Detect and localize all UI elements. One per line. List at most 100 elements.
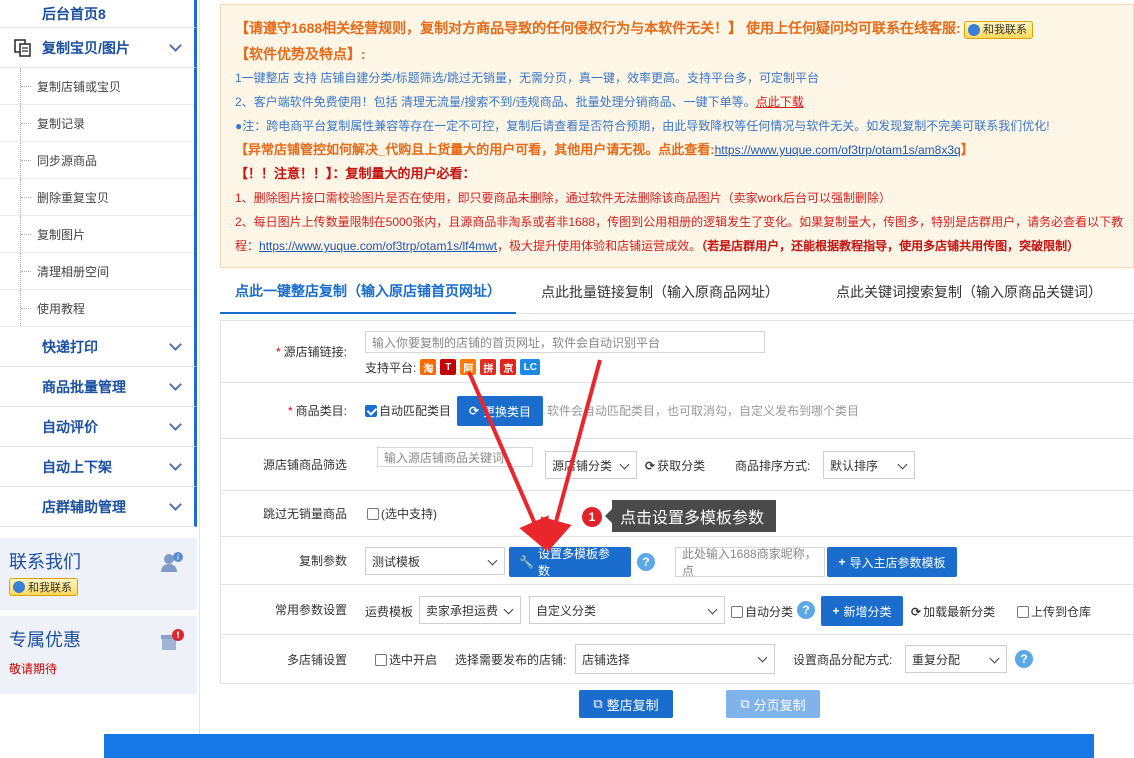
auto-category-checkbox[interactable]: 自动分类 bbox=[731, 603, 793, 620]
skip-no-sales-checkbox[interactable]: (选中支持) bbox=[367, 505, 437, 522]
sidebar-item-home[interactable]: 后台首页8 bbox=[0, 0, 197, 28]
promo-sub: 敬请期待 bbox=[9, 662, 58, 676]
multi-shop-label: 多店铺设置 bbox=[286, 652, 347, 667]
distribution-select[interactable]: 重复分配 bbox=[905, 645, 1007, 673]
tab-link-copy[interactable]: 点此批量链接复制（输入原商品网址） bbox=[516, 270, 804, 314]
notice-line-1: 【请遵守1688相关经营规则，复制对方商品导致的任何侵权行为与本软件无关！】 使… bbox=[235, 15, 1119, 42]
distribution-value: 重复分配 bbox=[912, 652, 961, 667]
notice-note: ●注：跨电商平台复制属性兼容等存在一定不可控，复制后请查看是否符合预期，由此导致… bbox=[235, 119, 1050, 133]
notice-attention-2: 2、每日图片上传数量限制在5000张内，且源商品非淘系或者非1688，传图到公用… bbox=[235, 215, 1124, 229]
multi-shop-enable-checkbox[interactable]: 选中开启 bbox=[375, 651, 437, 668]
sidebar-group-express[interactable]: 快递打印 bbox=[0, 327, 197, 367]
shop-copy-button[interactable]: ⧉ 整店复制 bbox=[579, 690, 673, 718]
sidebar-group-batch[interactable]: 商品批量管理 bbox=[0, 367, 197, 407]
page-copy-button[interactable]: ⧉ 分页复制 bbox=[726, 690, 820, 718]
custom-category-select[interactable]: 自定义分类 bbox=[529, 596, 725, 624]
chevron-down-icon bbox=[169, 458, 182, 471]
custom-category-value: 自定义分类 bbox=[536, 603, 597, 618]
notice-shop-group-tip: （若是店群用户，还能根据教程指导，使用多店铺共用传图，突破限制） bbox=[701, 239, 1080, 253]
shop-link-input[interactable]: 输入你要复制的店铺的首页网址，软件会自动识别平台 bbox=[365, 331, 765, 353]
chevron-down-icon bbox=[169, 338, 182, 351]
notice-qq-button[interactable]: 和我联系 bbox=[964, 20, 1034, 39]
sidebar-item-copy-shop[interactable]: 复制店铺或宝贝 bbox=[0, 68, 194, 105]
shop-category-select[interactable]: 源店铺分类 bbox=[545, 451, 637, 479]
chevron-down-icon bbox=[169, 39, 182, 52]
tooltip: 点击设置多模板参数 bbox=[604, 500, 777, 532]
yuque-link-2[interactable]: https://www.yuque.com/of3trp/otam1s/lf4m… bbox=[259, 239, 497, 253]
checkbox-unchecked[interactable] bbox=[1017, 605, 1029, 618]
copy-icon bbox=[12, 37, 34, 59]
download-link[interactable]: 点此下载 bbox=[756, 95, 804, 109]
reload-category-link[interactable]: ⟳ 加载最新分类 bbox=[911, 603, 995, 620]
help-icon[interactable]: ? bbox=[637, 553, 655, 571]
sort-select[interactable]: 默认排序 bbox=[823, 451, 915, 479]
checkbox-unchecked[interactable] bbox=[375, 653, 387, 666]
required-mark: * bbox=[287, 403, 293, 418]
template-select[interactable]: 测试模板 bbox=[365, 547, 505, 575]
auto-match-checkbox[interactable]: 自动匹配类目 bbox=[365, 402, 451, 419]
row-copy-params: 复制参数 测试模板 🔧 设置多模板参数 ? 此处输入1688商家昵称，点 + 导入主… bbox=[221, 537, 1133, 585]
notice-feature-1: 1一键整店 支持 店铺自建分类/标题筛选/跳过无销量，无需分页，真一键，效率更高… bbox=[235, 71, 820, 85]
upload-warehouse-checkbox[interactable]: 上传到仓库 bbox=[1017, 603, 1091, 620]
tab-shop-copy[interactable]: 点此一键整店复制（输入原店铺首页网址） bbox=[220, 270, 516, 314]
sidebar-group-review[interactable]: 自动评价 bbox=[0, 407, 197, 447]
set-multi-template-label: 设置多模板参数 bbox=[537, 547, 610, 578]
category-hint: 软件会自动匹配类目，也可取消勾，自定义发布到哪个类目 bbox=[547, 404, 860, 418]
nick-input[interactable]: 此处输入1688商家昵称，点 bbox=[675, 547, 825, 578]
qq-icon bbox=[13, 581, 25, 593]
sidebar-item-copy-image[interactable]: 复制图片 bbox=[0, 216, 194, 253]
sidebar-group-label: 店群辅助管理 bbox=[42, 498, 126, 515]
template-value: 测试模板 bbox=[372, 554, 421, 569]
copy-params-label: 复制参数 bbox=[298, 554, 347, 568]
fetch-category-link[interactable]: ⟳ 获取分类 bbox=[645, 457, 705, 474]
common-params-label: 常用参数设置 bbox=[274, 603, 347, 617]
required-mark: * bbox=[275, 344, 281, 359]
notice-features-title: 【软件优势及特点】: bbox=[235, 46, 366, 62]
sidebar-item-tutorial[interactable]: 使用教程 bbox=[0, 290, 194, 327]
row-multi-shop: 多店铺设置 选中开启 选择需要发布的店铺: 店铺选择 设置商品分配方式: 重复分… bbox=[221, 635, 1133, 683]
sidebar-group-copy[interactable]: 复制宝贝/图片 bbox=[0, 28, 197, 68]
help-icon[interactable]: ? bbox=[797, 601, 815, 619]
upload-warehouse-label: 上传到仓库 bbox=[1031, 605, 1092, 619]
sidebar-item-delete-duplicate[interactable]: 删除重复宝贝 bbox=[0, 179, 194, 216]
copy-submenu: 复制店铺或宝贝 复制记录 同步源商品 删除重复宝贝 复制图片 清理相册空间 使用… bbox=[0, 68, 197, 327]
yuque-link-1[interactable]: https://www.yuque.com/of3trp/otam1s/am8x… bbox=[715, 143, 961, 157]
platforms-row: 支持平台: 淘 T 阿 拼 京 LC bbox=[365, 359, 544, 375]
sidebar-item-sync-source[interactable]: 同步源商品 bbox=[0, 142, 194, 179]
checkbox-unchecked[interactable] bbox=[367, 507, 379, 520]
sidebar-group-label: 复制宝贝/图片 bbox=[42, 39, 130, 56]
sidebar-group-shop-group[interactable]: 店群辅助管理 bbox=[0, 487, 197, 527]
freight-select[interactable]: 卖家承担运费 bbox=[419, 596, 521, 624]
shop-keyword-input[interactable]: 输入源店铺商品关键词 bbox=[377, 447, 533, 467]
sidebar-item-copy-record[interactable]: 复制记录 bbox=[0, 105, 194, 142]
notice-rules-text: 【请遵守1688相关经营规则，复制对方商品导致的任何侵权行为与本软件无关！】 使… bbox=[235, 20, 961, 36]
page-copy-label: 分页复制 bbox=[753, 697, 806, 713]
chevron-down-icon bbox=[169, 378, 182, 391]
svg-text:i: i bbox=[177, 553, 179, 562]
contact-qq-button[interactable]: 和我联系 bbox=[9, 578, 78, 596]
skip-no-sales-label: 跳过无销量商品 bbox=[262, 507, 347, 521]
shop-select[interactable]: 店铺选择 bbox=[575, 644, 775, 674]
notice-attention-2-prefix: 程： bbox=[235, 239, 260, 253]
change-category-label: 更换类目 bbox=[483, 404, 532, 419]
tab-keyword-copy[interactable]: 点此关键词搜索复制（输入原商品关键词） bbox=[804, 270, 1134, 314]
sidebar-item-clean-album[interactable]: 清理相册空间 bbox=[0, 253, 194, 290]
checkbox-checked[interactable] bbox=[365, 404, 377, 417]
import-template-button[interactable]: + 导入主店参数模板 bbox=[827, 547, 957, 577]
help-icon[interactable]: ? bbox=[1015, 650, 1033, 668]
shop-link-label: * 源店铺链接: bbox=[221, 321, 357, 382]
checkbox-unchecked[interactable] bbox=[731, 605, 743, 618]
filter-label: 源店铺商品筛选 bbox=[262, 458, 347, 472]
refresh-icon: ⟳ bbox=[645, 458, 656, 473]
sidebar-group-shelf[interactable]: 自动上下架 bbox=[0, 447, 197, 487]
set-multi-template-button[interactable]: 🔧 设置多模板参数 bbox=[509, 547, 631, 578]
tmall-icon: T bbox=[440, 359, 457, 375]
change-category-button[interactable]: ⟳ 更换类目 bbox=[457, 396, 543, 426]
reload-category-label: 加载最新分类 bbox=[923, 605, 996, 619]
notice-attention-title: 【！！注意！！】：复制量大的用户必看： bbox=[235, 166, 476, 181]
distribution-label: 设置商品分配方式: bbox=[793, 653, 893, 667]
qq-icon bbox=[968, 23, 981, 36]
sidebar-group-label: 商品批量管理 bbox=[42, 378, 126, 395]
notice-abnormal-text: 【异常店铺管控如何解决_代购且上货量大的用户可看，其他用户请无视。点此查看: bbox=[235, 142, 715, 157]
add-category-button[interactable]: + 新增分类 bbox=[821, 596, 903, 626]
